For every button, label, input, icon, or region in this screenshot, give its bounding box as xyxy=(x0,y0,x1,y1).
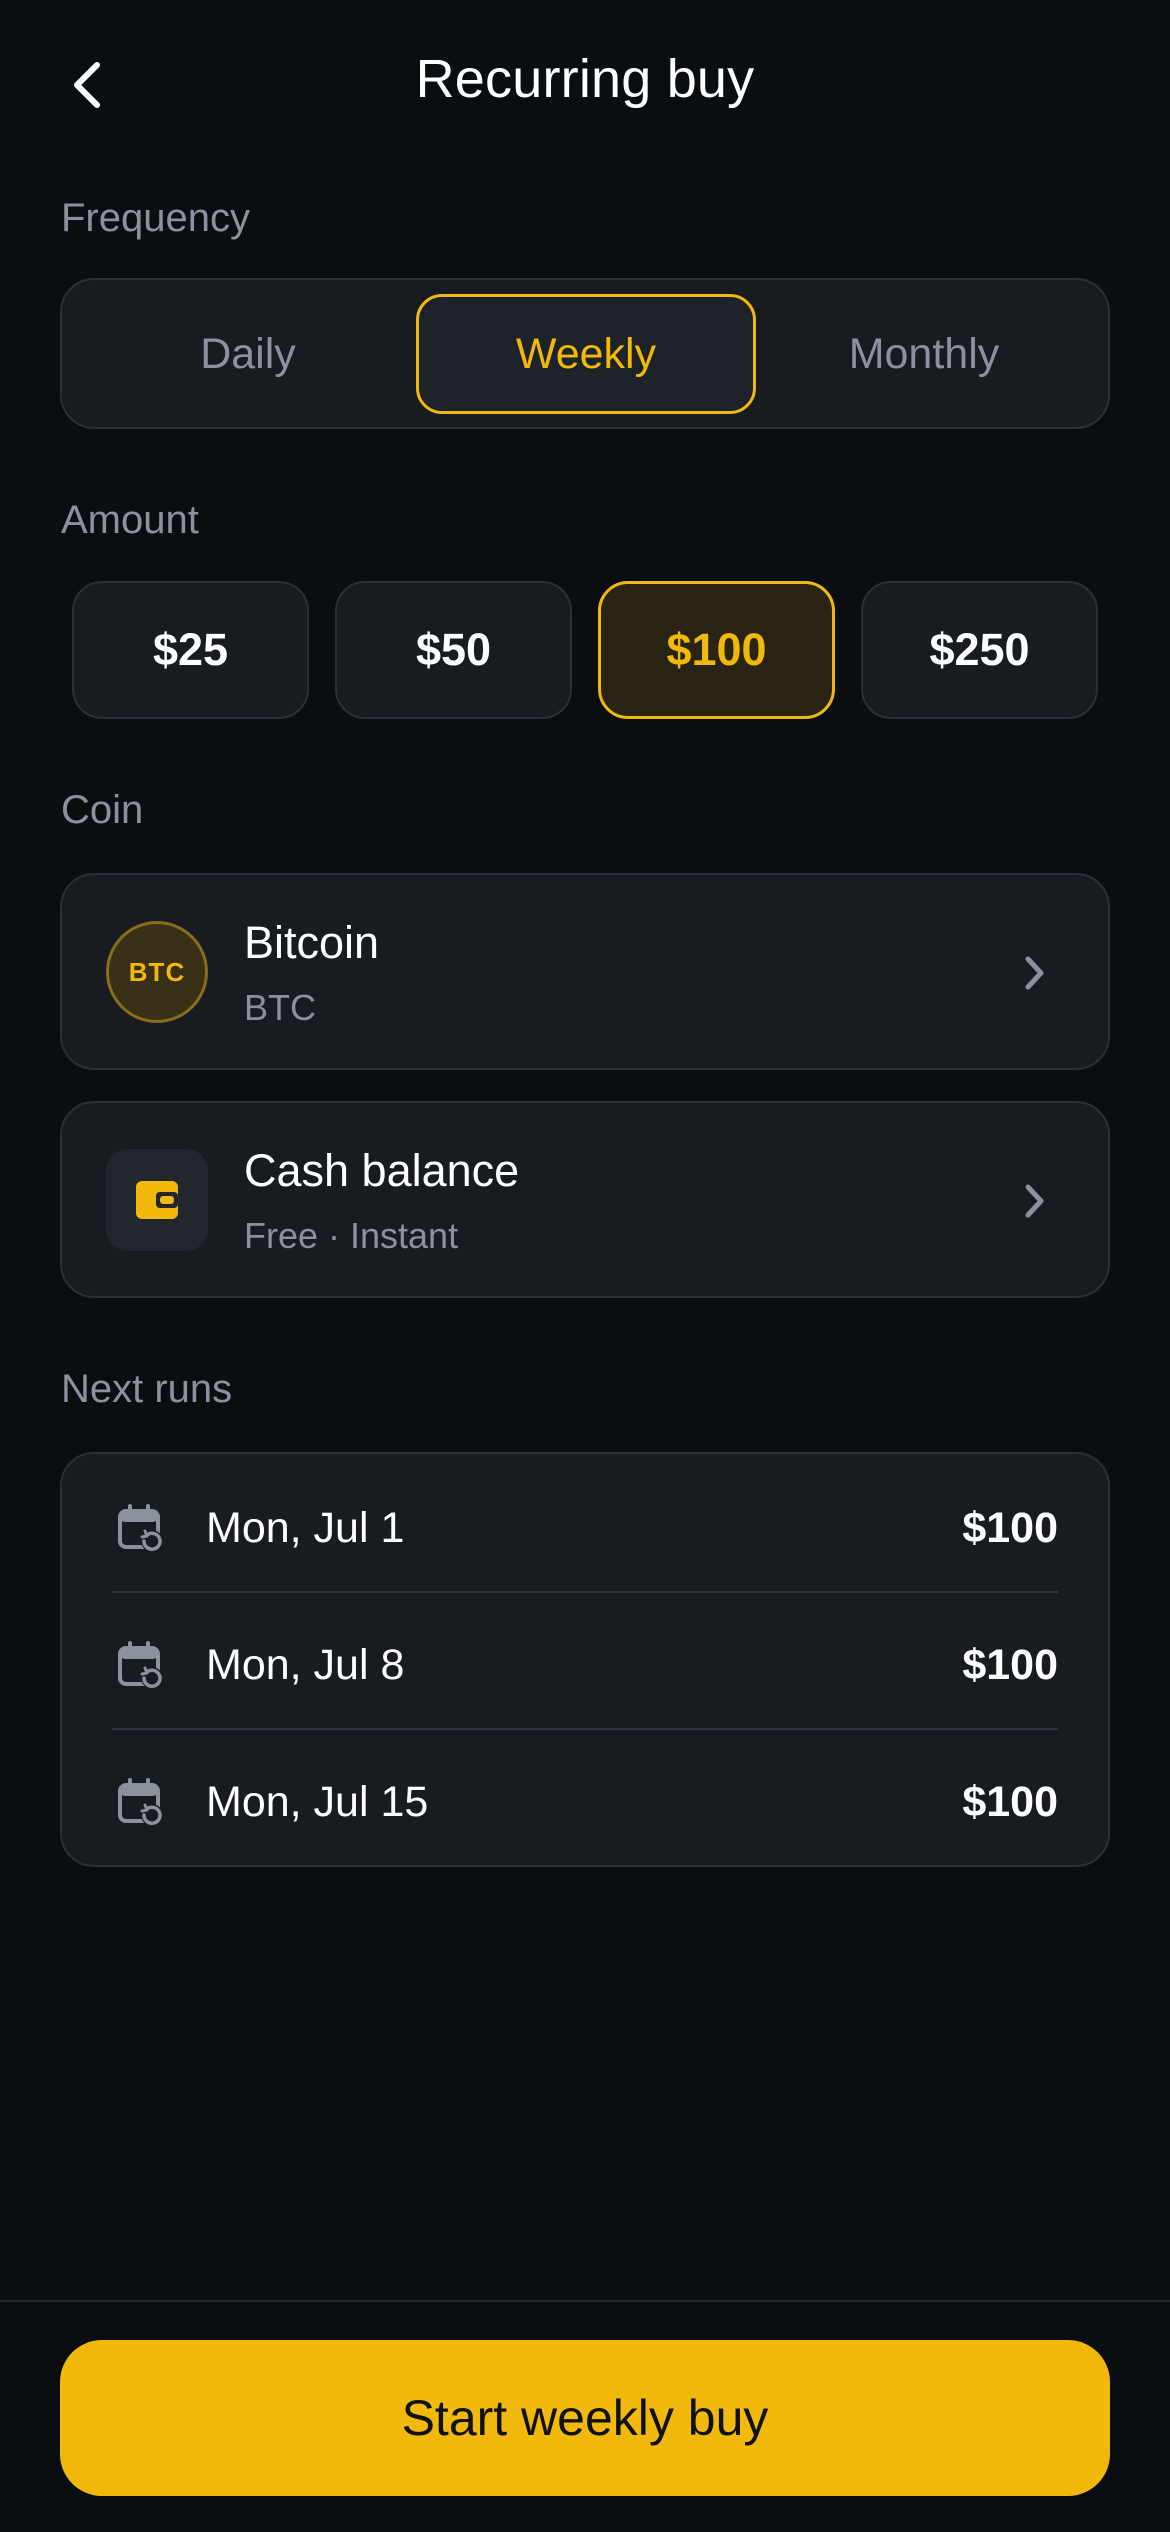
run-amount: $100 xyxy=(962,1777,1058,1826)
amount-option-250[interactable]: $250 xyxy=(861,581,1098,719)
header: Recurring buy xyxy=(0,0,1170,170)
calendar-repeat-icon xyxy=(118,1504,163,1552)
chevron-right-icon xyxy=(1012,951,1056,995)
next-runs-list: Mon, Jul 1 $100 Mon, Jul 8 $100 Mon, Jul… xyxy=(60,1452,1110,1867)
payment-method-subtitle: Free · Instant xyxy=(244,1215,459,1256)
wallet-icon xyxy=(106,1149,208,1251)
frequency-segmented-control: Daily Weekly Monthly xyxy=(60,278,1110,429)
recurring-buy-screen: Recurring buy Frequency Daily Weekly Mon… xyxy=(0,0,1170,2532)
payment-method-title: Cash balance xyxy=(244,1145,520,1196)
chevron-right-icon xyxy=(1012,1179,1056,1223)
frequency-option-daily[interactable]: Daily xyxy=(78,294,418,414)
next-runs-label: Next runs xyxy=(61,1367,233,1411)
btc-coin-icon: BTC xyxy=(106,921,208,1023)
frequency-label: Frequency xyxy=(61,196,250,240)
amount-option-100[interactable]: $100 xyxy=(598,581,835,719)
frequency-option-weekly[interactable]: Weekly xyxy=(416,294,756,414)
divider xyxy=(112,1591,1058,1593)
coin-label: Coin xyxy=(61,788,144,832)
coin-ticker: BTC xyxy=(244,987,316,1028)
run-amount: $100 xyxy=(962,1503,1058,1552)
payment-method-selector[interactable]: Cash balance Free · Instant xyxy=(60,1101,1110,1298)
run-date: Mon, Jul 15 xyxy=(206,1777,429,1826)
list-item: Mon, Jul 8 $100 xyxy=(112,1597,1058,1733)
footer-divider xyxy=(0,2300,1170,2302)
run-amount: $100 xyxy=(962,1640,1058,1689)
amount-option-50[interactable]: $50 xyxy=(335,581,572,719)
start-weekly-buy-button[interactable]: Start weekly buy xyxy=(60,2340,1110,2496)
coin-selector[interactable]: BTC Bitcoin BTC xyxy=(60,873,1110,1070)
page-title: Recurring buy xyxy=(415,49,755,109)
calendar-repeat-icon xyxy=(118,1641,163,1689)
amount-label: Amount xyxy=(61,498,199,542)
run-date: Mon, Jul 1 xyxy=(206,1503,405,1552)
calendar-repeat-icon xyxy=(118,1778,163,1826)
amount-option-25[interactable]: $25 xyxy=(72,581,309,719)
run-date: Mon, Jul 8 xyxy=(206,1640,405,1689)
frequency-option-monthly[interactable]: Monthly xyxy=(754,294,1094,414)
divider xyxy=(112,1728,1058,1730)
list-item: Mon, Jul 1 $100 xyxy=(112,1460,1058,1596)
list-item: Mon, Jul 15 $100 xyxy=(112,1734,1058,1870)
coin-name: Bitcoin xyxy=(244,917,380,968)
